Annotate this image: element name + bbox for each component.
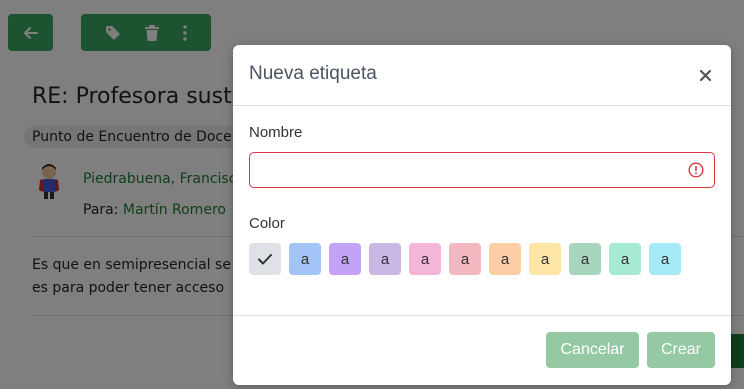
swatch-sample-text: a <box>660 250 670 268</box>
swatch-sample-text: a <box>420 250 430 268</box>
swatch-sample-text: a <box>300 250 310 268</box>
check-icon <box>258 253 272 264</box>
swatch-sample-text: a <box>580 250 590 268</box>
color-swatch[interactable]: a <box>489 243 521 275</box>
swatch-sample-text: a <box>540 250 550 268</box>
dialog-title: Nueva etiqueta <box>249 63 377 84</box>
error-icon <box>688 162 704 178</box>
color-swatch[interactable]: a <box>289 243 321 275</box>
color-swatch[interactable]: a <box>609 243 641 275</box>
color-swatch[interactable]: a <box>529 243 561 275</box>
dialog-footer: Cancelar Crear <box>233 315 731 386</box>
color-swatch[interactable]: a <box>409 243 441 275</box>
swatch-sample-text: a <box>620 250 630 268</box>
swatch-sample-text: a <box>460 250 470 268</box>
dialog-header: Nueva etiqueta <box>233 45 731 106</box>
swatch-sample-text: a <box>340 250 350 268</box>
color-swatch[interactable]: a <box>369 243 401 275</box>
close-button[interactable] <box>695 65 715 85</box>
new-label-dialog: Nueva etiqueta Nombre Color a a a a a a a a a a C… <box>233 45 731 385</box>
color-swatch[interactable]: a <box>449 243 481 275</box>
create-button[interactable]: Crear <box>647 332 715 368</box>
color-label: Color <box>249 215 285 232</box>
color-swatch[interactable]: a <box>649 243 681 275</box>
color-swatch[interactable]: a <box>329 243 361 275</box>
close-icon <box>699 69 711 81</box>
name-label: Nombre <box>249 124 303 141</box>
color-swatches: aaaaaaaaaa <box>249 243 681 275</box>
swatch-sample-text: a <box>500 250 510 268</box>
name-input[interactable] <box>249 152 715 188</box>
swatch-sample-text: a <box>380 250 390 268</box>
cancel-button[interactable]: Cancelar <box>546 332 639 368</box>
color-swatch[interactable]: a <box>569 243 601 275</box>
color-swatch-selected[interactable] <box>249 243 281 275</box>
